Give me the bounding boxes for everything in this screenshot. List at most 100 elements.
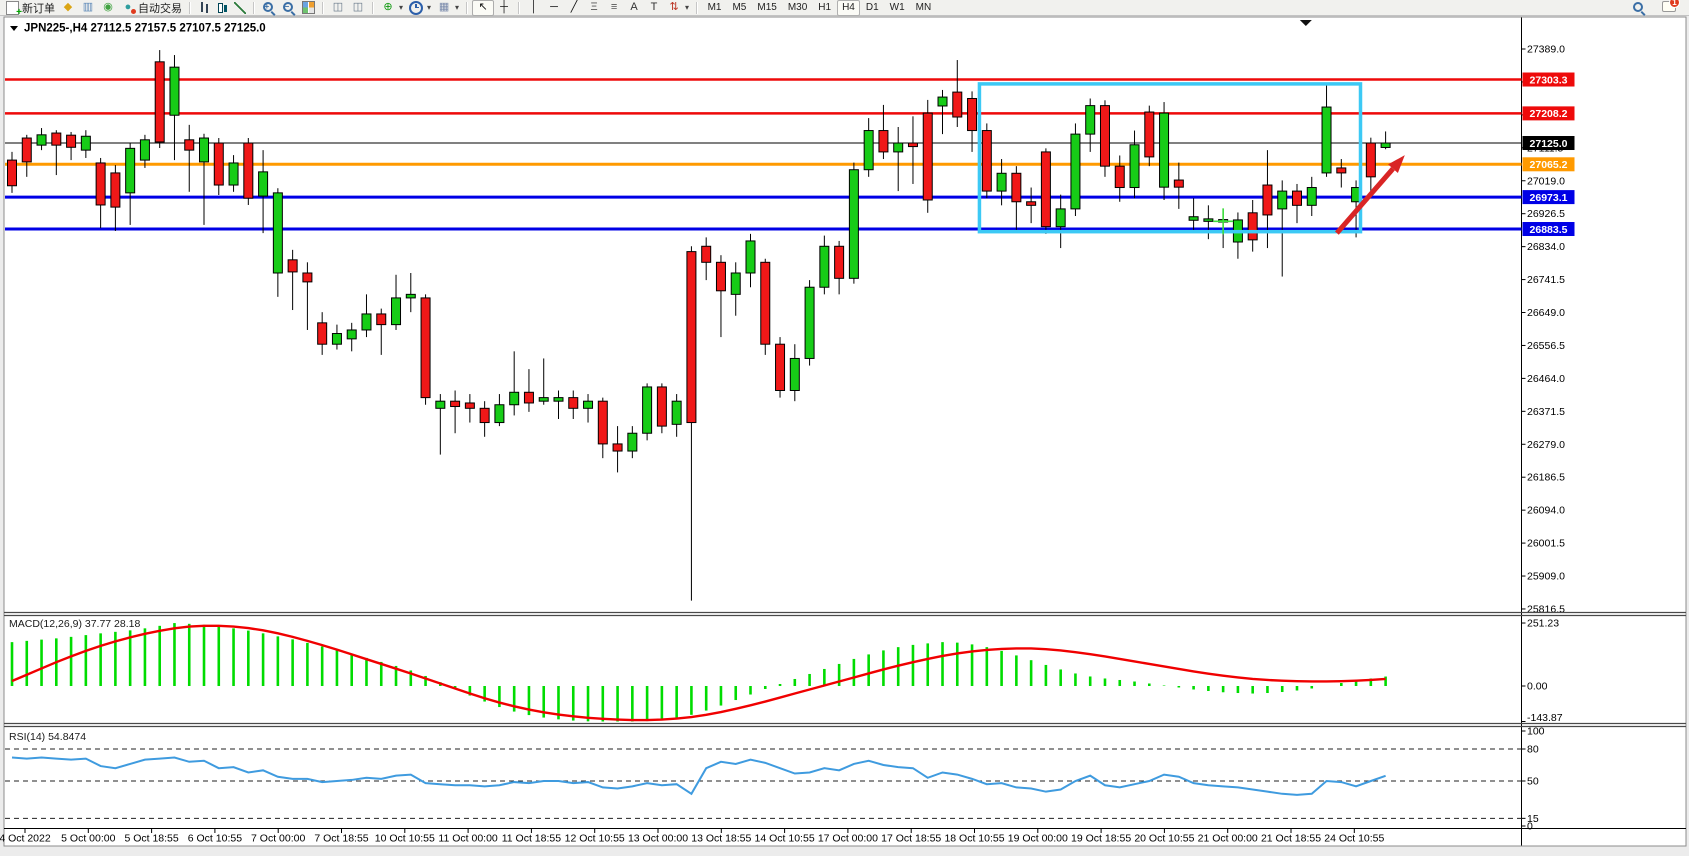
hline-icon: ─ xyxy=(547,1,561,14)
zoom-out-button[interactable]: − xyxy=(279,1,299,15)
chat-icon: 1 xyxy=(1662,1,1676,12)
svg-text:26094.0: 26094.0 xyxy=(1527,505,1565,517)
svg-text:14 Oct 10:55: 14 Oct 10:55 xyxy=(755,833,815,845)
svg-text:26279.0: 26279.0 xyxy=(1527,439,1565,451)
chevron-down-icon: ▾ xyxy=(399,3,403,12)
label-icon: T xyxy=(647,1,661,14)
fibonacci-button[interactable]: ≡ xyxy=(604,1,624,15)
timeframe-h4-button[interactable]: H4 xyxy=(837,0,861,16)
candle-chart-button[interactable] xyxy=(213,1,231,15)
svg-text:26973.1: 26973.1 xyxy=(1530,192,1568,204)
fibonacci-icon: ≡ xyxy=(607,1,621,14)
template-button[interactable]: ▦▾ xyxy=(434,1,462,15)
cursor-button[interactable]: ↖ xyxy=(472,0,494,16)
svg-text:4 Oct 2022: 4 Oct 2022 xyxy=(0,833,51,845)
terminal-icon: ▥ xyxy=(81,1,95,14)
gold-button[interactable]: ◆ xyxy=(58,1,78,15)
channel-button[interactable]: Ξ xyxy=(584,1,604,15)
cursor-icon: ↖ xyxy=(476,1,490,14)
vline-icon: │ xyxy=(527,1,541,14)
chart-area[interactable]: 27389.027296.527204.027111.527019.026926… xyxy=(0,0,1689,856)
svg-text:12 Oct 10:55: 12 Oct 10:55 xyxy=(565,833,625,845)
arrows-button[interactable]: ⇅▾ xyxy=(664,1,692,15)
chart-title-text: JPN225-,H4 27112.5 27157.5 27107.5 27125… xyxy=(24,23,266,35)
svg-text:10 Oct 10:55: 10 Oct 10:55 xyxy=(375,833,435,845)
svg-text:27019.0: 27019.0 xyxy=(1527,175,1565,187)
svg-text:26649.0: 26649.0 xyxy=(1527,307,1565,319)
bar-chart-button[interactable] xyxy=(195,1,213,15)
signal-button[interactable]: ◉ xyxy=(98,1,118,15)
svg-text:26001.5: 26001.5 xyxy=(1527,538,1565,550)
vline-button[interactable]: │ xyxy=(524,1,544,15)
profile2-button[interactable]: ◫ xyxy=(348,1,368,15)
search-button[interactable] xyxy=(1629,1,1649,15)
chat-badge: 1 xyxy=(1669,0,1680,8)
svg-text:27303.3: 27303.3 xyxy=(1530,74,1568,86)
svg-text:25909.0: 25909.0 xyxy=(1527,571,1565,583)
toolbar-separator xyxy=(518,2,520,14)
svg-text:11 Oct 00:00: 11 Oct 00:00 xyxy=(438,833,498,845)
timeframe-m5-button[interactable]: M5 xyxy=(727,0,752,16)
svg-text:6 Oct 10:55: 6 Oct 10:55 xyxy=(188,833,242,845)
svg-text:-143.87: -143.87 xyxy=(1527,712,1563,724)
svg-text:50: 50 xyxy=(1527,776,1539,788)
toolbar-separator xyxy=(189,2,191,14)
hline-button[interactable]: ─ xyxy=(544,1,564,15)
timeframe-m30-button[interactable]: M30 xyxy=(782,0,812,16)
svg-text:7 Oct 18:55: 7 Oct 18:55 xyxy=(314,833,368,845)
tile-windows-icon xyxy=(302,1,315,14)
tile-windows-button[interactable] xyxy=(299,1,318,15)
toolbar-label: 新订单 xyxy=(22,0,55,16)
macd-label: MACD(12,26,9) 37.77 28.18 xyxy=(9,618,140,630)
svg-text:26556.5: 26556.5 xyxy=(1527,340,1565,352)
text-icon: A xyxy=(627,1,641,14)
indicators-icon: ⊕ xyxy=(381,1,395,14)
toolbar-separator xyxy=(322,2,324,14)
toolbar-separator xyxy=(466,2,468,14)
timeframe-m1-button[interactable]: M1 xyxy=(702,0,727,16)
toolbar-right-tools: 1 xyxy=(1629,1,1689,15)
candle-chart-icon xyxy=(216,1,228,14)
svg-text:26834.0: 26834.0 xyxy=(1527,241,1565,253)
trendline-icon: ╱ xyxy=(567,1,581,14)
timeframe-h1-button[interactable]: H1 xyxy=(813,0,837,16)
svg-text:27065.2: 27065.2 xyxy=(1530,159,1568,171)
svg-text:0.00: 0.00 xyxy=(1527,681,1548,693)
terminal-button[interactable]: ▥ xyxy=(78,1,98,15)
text-button[interactable]: A xyxy=(624,1,644,15)
profile2-icon: ◫ xyxy=(351,1,365,14)
toolbar-separator xyxy=(253,2,255,14)
line-chart-button[interactable] xyxy=(231,1,249,15)
label-button[interactable]: T xyxy=(644,1,664,15)
crosshair-button[interactable]: ┼ xyxy=(494,1,514,15)
svg-text:26464.0: 26464.0 xyxy=(1527,373,1565,385)
profile-button[interactable]: ◫ xyxy=(328,1,348,15)
svg-text:11 Oct 18:55: 11 Oct 18:55 xyxy=(502,833,562,845)
timeframe-w1-button[interactable]: W1 xyxy=(884,0,910,16)
svg-text:26186.5: 26186.5 xyxy=(1527,472,1565,484)
trendline-button[interactable]: ╱ xyxy=(564,1,584,15)
svg-text:25816.5: 25816.5 xyxy=(1527,603,1565,615)
toolbar-separator xyxy=(372,2,374,14)
svg-text:26883.5: 26883.5 xyxy=(1530,224,1568,236)
zoom-in-button[interactable]: + xyxy=(259,1,279,15)
svg-text:13 Oct 00:00: 13 Oct 00:00 xyxy=(628,833,688,845)
svg-text:7 Oct 00:00: 7 Oct 00:00 xyxy=(251,833,305,845)
autotrade-button[interactable]: ●自动交易 xyxy=(118,1,185,15)
svg-text:5 Oct 18:55: 5 Oct 18:55 xyxy=(124,833,178,845)
svg-text:27389.0: 27389.0 xyxy=(1527,44,1565,56)
timeframe-mn-button[interactable]: MN xyxy=(910,0,937,16)
zoom-in-icon: + xyxy=(262,1,276,15)
new-order-button[interactable]: 新订单 xyxy=(3,1,58,15)
chat-button[interactable]: 1 xyxy=(1659,1,1679,15)
svg-text:20 Oct 10:55: 20 Oct 10:55 xyxy=(1134,833,1194,845)
svg-text:5 Oct 00:00: 5 Oct 00:00 xyxy=(61,833,115,845)
timeframe-d1-button[interactable]: D1 xyxy=(860,0,884,16)
clock-button[interactable]: ▾ xyxy=(406,1,434,15)
timeframe-m15-button[interactable]: M15 xyxy=(752,0,782,16)
toolbar-separator xyxy=(696,2,698,14)
line-chart-icon xyxy=(234,2,246,14)
svg-text:19 Oct 00:00: 19 Oct 00:00 xyxy=(1008,833,1068,845)
indicators-button[interactable]: ⊕▾ xyxy=(378,1,406,15)
chevron-down-icon: ▾ xyxy=(427,3,431,12)
